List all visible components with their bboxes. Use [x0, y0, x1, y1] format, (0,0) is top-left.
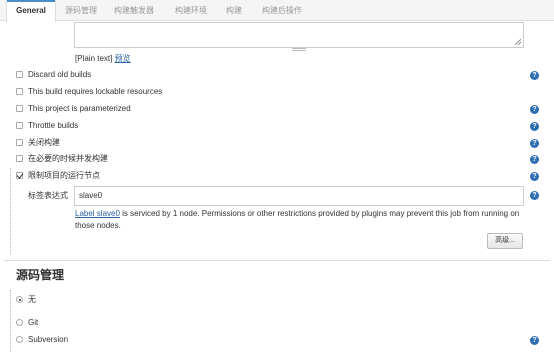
option-label: Subversion — [28, 335, 69, 344]
plain-text-label: [Plain text] — [75, 54, 113, 63]
disable-build-checkbox[interactable] — [16, 139, 23, 146]
option-lockable-resources[interactable]: This build requires lockable resources — [16, 86, 162, 98]
discard-old-builds-checkbox[interactable] — [16, 71, 23, 78]
option-label: Discard old builds — [28, 70, 92, 79]
option-label: 无 — [28, 295, 36, 304]
description-format-line: [Plain text] 预览 — [75, 53, 131, 64]
option-label: This build requires lockable resources — [28, 87, 163, 96]
scm-section-title: 源码管理 — [16, 268, 65, 282]
tab-build-triggers[interactable]: 构建触发器 — [114, 0, 154, 21]
scm-subversion-radio[interactable] — [16, 336, 23, 343]
lockable-resources-checkbox[interactable] — [16, 88, 23, 95]
textarea-splitter-handle[interactable] — [292, 48, 306, 51]
advanced-button[interactable]: 高级... — [487, 233, 523, 249]
scm-option-none[interactable]: 无 — [16, 294, 36, 306]
option-parameterized[interactable]: This project is parameterized — [16, 103, 131, 115]
concurrent-builds-checkbox[interactable] — [16, 155, 23, 162]
option-label: 在必要的时候并发构建 — [28, 154, 108, 163]
option-concurrent-builds[interactable]: 在必要的时候并发构建 — [16, 153, 108, 165]
scm-option-subversion[interactable]: Subversion — [16, 334, 68, 346]
help-icon[interactable]: ? — [530, 172, 539, 181]
help-icon[interactable]: ? — [530, 122, 539, 131]
scm-git-radio[interactable] — [16, 319, 23, 326]
label-slave0-link[interactable]: Label slave0 — [75, 209, 120, 218]
tab-scm[interactable]: 源码管理 — [65, 0, 97, 21]
option-label: This project is parameterized — [28, 104, 131, 113]
throttle-builds-checkbox[interactable] — [16, 122, 23, 129]
help-icon[interactable]: ? — [530, 336, 539, 345]
section-nesting-bar — [10, 290, 11, 352]
tab-build[interactable]: 构建 — [226, 0, 242, 21]
preview-link[interactable]: 预览 — [115, 54, 131, 63]
label-expression-input[interactable]: slave0 — [74, 186, 524, 206]
option-label: Throttle builds — [28, 121, 79, 130]
tab-general[interactable]: General — [6, 0, 56, 22]
option-label: Git — [28, 318, 39, 327]
resize-grip-icon[interactable] — [515, 39, 521, 45]
option-label: 限制项目的运行节点 — [28, 171, 100, 180]
option-throttle-builds[interactable]: Throttle builds — [16, 120, 78, 132]
description-textarea[interactable] — [74, 22, 524, 48]
tab-build-environment[interactable]: 构建环境 — [175, 0, 207, 21]
help-icon[interactable]: ? — [530, 139, 539, 148]
option-restrict-node[interactable]: 限制项目的运行节点 — [16, 170, 100, 182]
help-icon[interactable]: ? — [530, 191, 539, 200]
section-nesting-bar — [10, 168, 11, 254]
option-discard-old-builds[interactable]: Discard old builds — [16, 69, 91, 81]
scm-option-git[interactable]: Git — [16, 317, 38, 329]
option-disable-build[interactable]: 关闭构建 — [16, 137, 60, 149]
help-icon[interactable]: ? — [530, 155, 539, 164]
scm-none-radio[interactable] — [16, 296, 23, 303]
config-tab-bar: General 源码管理 构建触发器 构建环境 构建 构建后操作 — [0, 0, 554, 22]
restrict-node-checkbox[interactable] — [16, 172, 23, 179]
label-expression-label: 标签表达式 — [28, 191, 68, 200]
option-label: 关闭构建 — [28, 138, 60, 147]
label-expression-info: Label slave0 is serviced by 1 node. Perm… — [75, 208, 525, 232]
tab-post-build[interactable]: 构建后操作 — [262, 0, 302, 21]
section-divider — [4, 260, 550, 261]
help-icon[interactable]: ? — [530, 71, 539, 80]
help-icon[interactable]: ? — [530, 105, 539, 114]
label-info-text: is serviced by 1 node. Permissions or ot… — [75, 209, 520, 230]
parameterized-checkbox[interactable] — [16, 105, 23, 112]
